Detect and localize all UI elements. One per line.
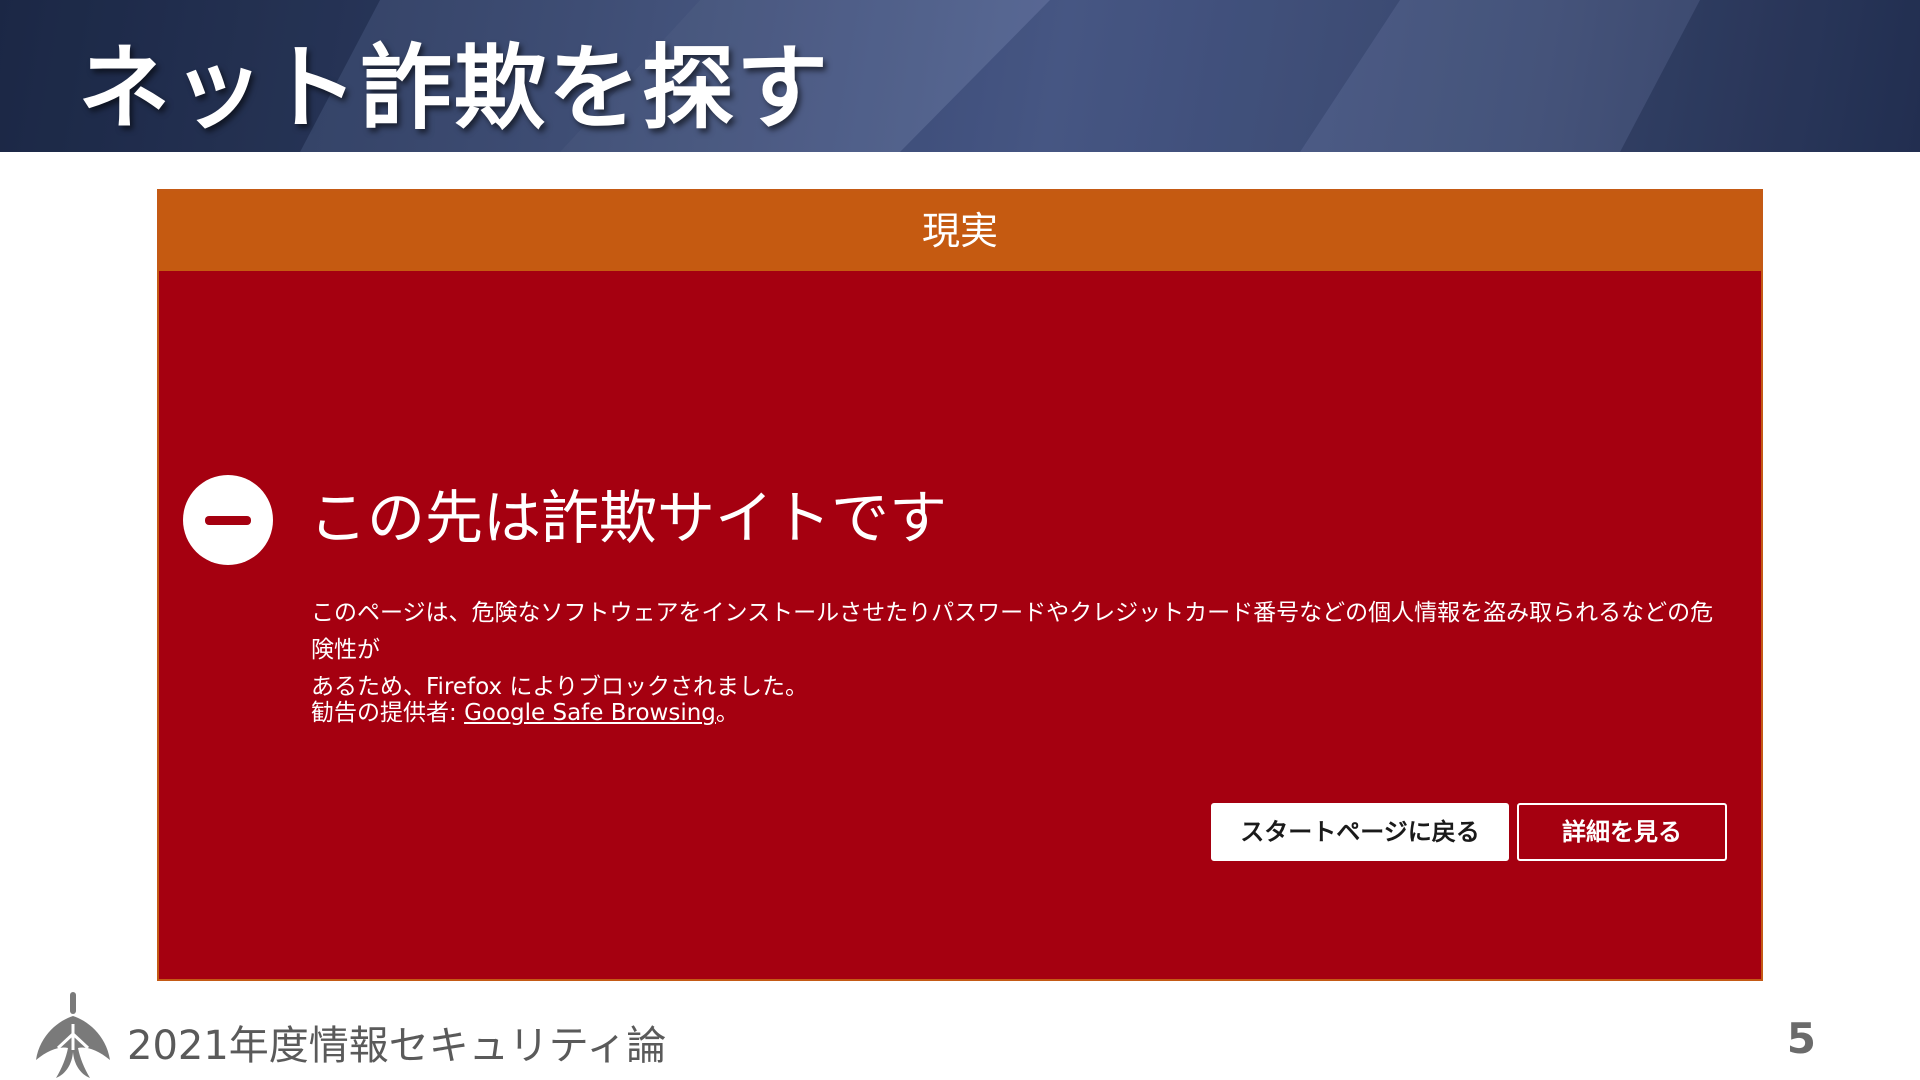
warning-description: このページは、危険なソフトウェアをインストールさせたりパスワードやクレジットカー… xyxy=(311,595,1721,706)
view-details-button[interactable]: 詳細を見る xyxy=(1517,803,1727,861)
footer-course-title: 2021年度情報セキュリティ論 xyxy=(127,1023,667,1069)
warning-title: この先は詐欺サイトです xyxy=(309,484,948,552)
minus-bar xyxy=(205,516,251,525)
browser-screenshot-panel: 現実 この先は詐欺サイトです このページは、危険なソフトウェアをインストールさせ… xyxy=(157,189,1763,981)
blocked-minus-icon xyxy=(183,475,273,565)
panel-label: 現実 xyxy=(159,191,1761,271)
advisory-provider-suffix: 。 xyxy=(715,700,739,726)
university-logo-icon xyxy=(36,992,110,1078)
google-safe-browsing-link[interactable]: Google Safe Browsing xyxy=(464,700,716,726)
advisory-provider-prefix: 勧告の提供者: xyxy=(311,700,465,726)
slide: ネット詐欺を探す 現実 この先は詐欺サイトです このページは、危険なソフトウェア… xyxy=(0,0,1920,1080)
advisory-provider: 勧告の提供者: Google Safe Browsing。 xyxy=(311,693,739,727)
back-to-start-page-button[interactable]: スタートページに戻る xyxy=(1211,803,1509,861)
page-number: 5 xyxy=(1786,1014,1816,1063)
header-band: ネット詐欺を探す xyxy=(0,0,1920,152)
warning-description-line-1: このページは、危険なソフトウェアをインストールさせたりパスワードやクレジットカー… xyxy=(311,600,1714,663)
slide-title: ネット詐欺を探す xyxy=(78,35,831,142)
